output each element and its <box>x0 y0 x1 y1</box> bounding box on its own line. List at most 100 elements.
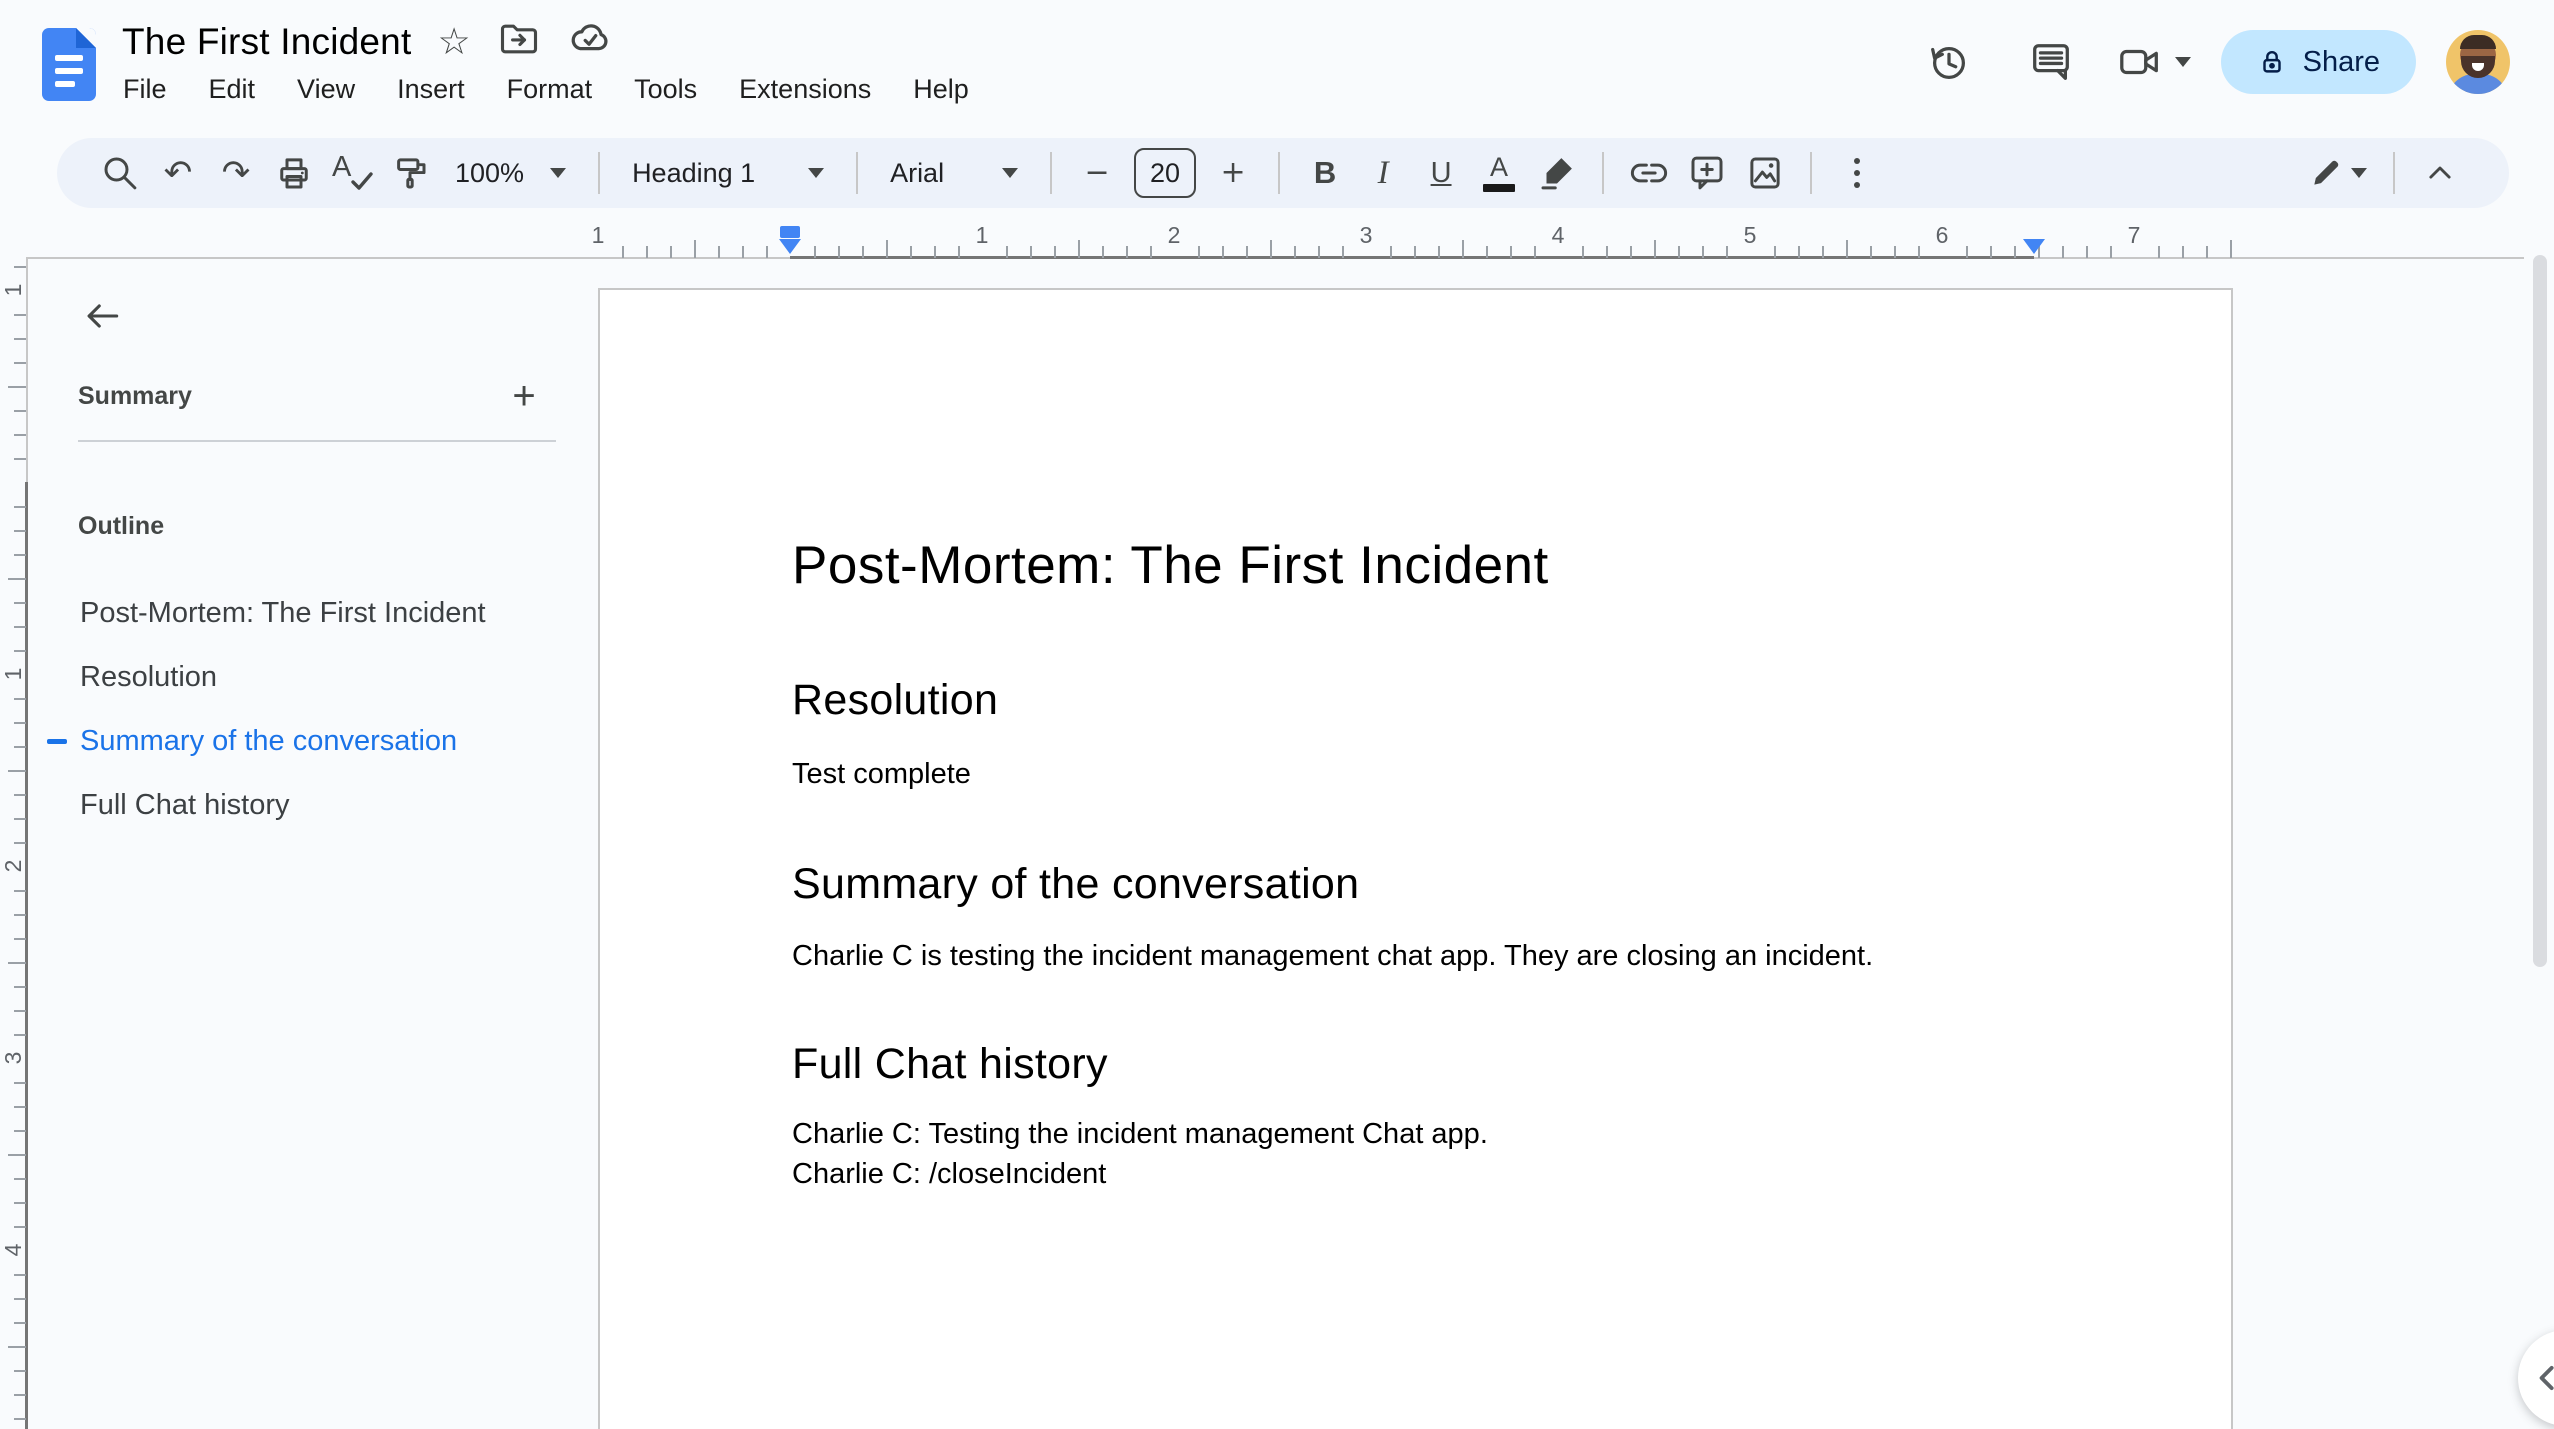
add-summary-button[interactable]: + <box>500 372 548 420</box>
outline-item[interactable]: Full Chat history <box>78 780 568 830</box>
outline-item[interactable]: Resolution <box>78 652 568 702</box>
chevron-down-icon[interactable] <box>2174 57 2191 67</box>
text-color-button[interactable]: A <box>1473 145 1525 201</box>
outline-item[interactable]: Summary of the conversation <box>47 716 568 766</box>
ruler-tick <box>862 246 864 258</box>
spellcheck-icon[interactable]: A <box>326 145 378 201</box>
cloud-saved-icon[interactable] <box>567 16 613 67</box>
menu-edit[interactable]: Edit <box>205 70 260 109</box>
font-family-select[interactable]: Arial <box>874 158 1034 189</box>
zoom-select[interactable]: 100% <box>439 158 582 189</box>
ruler-tick <box>718 246 720 258</box>
ruler-tick <box>1822 246 1824 258</box>
ruler-tick <box>14 842 26 844</box>
doc-paragraph-line: Charlie C: Testing the incident manageme… <box>792 1118 1488 1150</box>
comments-icon[interactable] <box>2015 26 2087 98</box>
document-title[interactable]: The First Incident <box>122 21 411 63</box>
first-line-indent-marker[interactable] <box>780 226 800 238</box>
paragraph-style-select[interactable]: Heading 1 <box>616 158 840 189</box>
ruler-tick <box>14 530 26 532</box>
menu-format[interactable]: Format <box>503 70 597 109</box>
show-side-panel-button[interactable] <box>2518 1330 2554 1426</box>
menu-insert[interactable]: Insert <box>393 70 469 109</box>
undo-icon[interactable]: ↶ <box>152 145 204 201</box>
ruler-number: 5 <box>1743 222 1757 248</box>
ruler-tick <box>14 434 26 436</box>
doc-heading[interactable]: Resolution <box>792 674 2042 726</box>
close-panel-back-button[interactable] <box>74 288 130 344</box>
ruler-tick <box>14 1010 26 1012</box>
doc-title-heading[interactable]: Post-Mortem: The First Incident <box>792 534 2042 598</box>
ruler-tick <box>14 722 26 724</box>
add-comment-icon[interactable] <box>1681 145 1733 201</box>
doc-paragraph[interactable]: Charlie C is testing the incident manage… <box>792 936 2042 976</box>
italic-button[interactable]: I <box>1357 145 1409 201</box>
doc-paragraph[interactable]: Charlie C: Testing the incident manageme… <box>792 1114 2042 1194</box>
bold-button[interactable]: B <box>1299 145 1351 201</box>
logo-line <box>55 68 83 74</box>
menu-extensions[interactable]: Extensions <box>735 70 875 109</box>
zoom-value: 100% <box>455 157 525 188</box>
ruler-tick <box>2110 246 2112 258</box>
editing-mode-select[interactable] <box>2306 145 2346 201</box>
ruler-tick <box>14 650 26 652</box>
join-call-button[interactable] <box>2117 26 2191 98</box>
menu-tools[interactable]: Tools <box>630 70 701 109</box>
decrease-font-size-button[interactable]: − <box>1071 145 1123 201</box>
ruler-tick <box>1414 246 1416 258</box>
menu-help[interactable]: Help <box>909 70 973 109</box>
ruler-tick <box>1030 246 1032 258</box>
account-avatar[interactable] <box>2446 30 2510 94</box>
ruler-tick <box>14 1130 26 1132</box>
outline-item[interactable]: Post-Mortem: The First Incident <box>78 588 568 638</box>
version-history-icon[interactable] <box>1913 26 1985 98</box>
doc-paragraph[interactable]: Test complete <box>792 754 2042 794</box>
ruler-tick <box>1126 246 1128 258</box>
move-folder-icon[interactable] <box>497 17 541 66</box>
ruler-tick <box>14 338 26 340</box>
star-icon[interactable]: ☆ <box>437 23 470 60</box>
ruler-tick <box>14 1202 26 1204</box>
more-options-icon[interactable] <box>1831 145 1883 201</box>
underline-button[interactable]: U <box>1415 145 1467 201</box>
share-button[interactable]: Share <box>2220 30 2416 94</box>
outline-label: Outline <box>78 512 165 540</box>
ruler-tick <box>1222 246 1224 258</box>
increase-font-size-button[interactable]: + <box>1207 145 1259 201</box>
ruler-margin-line <box>2034 257 2524 259</box>
font-size-input[interactable]: 20 <box>1134 148 1197 198</box>
ruler-tick <box>14 746 26 748</box>
ruler-tick <box>14 1226 26 1228</box>
left-indent-marker[interactable] <box>779 239 801 254</box>
right-indent-marker[interactable] <box>2023 239 2045 254</box>
redo-icon[interactable]: ↷ <box>210 145 262 201</box>
hide-menus-icon[interactable] <box>2414 145 2466 201</box>
ruler-tick <box>14 314 26 316</box>
menu-view[interactable]: View <box>293 70 359 109</box>
ruler-tick <box>1390 246 1392 258</box>
highlight-color-icon[interactable] <box>1531 145 1583 201</box>
search-menus-icon[interactable] <box>94 145 146 201</box>
ruler-tick <box>934 246 936 258</box>
ruler-tick <box>2062 246 2064 258</box>
ruler-tick <box>14 914 26 916</box>
ruler-tick <box>14 626 26 628</box>
menu-file[interactable]: File <box>119 70 171 109</box>
document-page[interactable]: Post-Mortem: The First Incident Resoluti… <box>598 288 2233 1429</box>
ruler-tick <box>14 1082 26 1084</box>
ruler-tick <box>1870 246 1872 258</box>
paint-format-icon[interactable] <box>384 145 436 201</box>
ruler-tick <box>1486 246 1488 258</box>
print-icon[interactable] <box>268 145 320 201</box>
ruler-tick <box>670 246 672 258</box>
chevron-left-icon <box>2539 1365 2554 1391</box>
doc-heading[interactable]: Summary of the conversation <box>792 858 2042 910</box>
docs-logo-icon[interactable] <box>42 28 96 101</box>
chevron-down-icon[interactable] <box>2351 168 2367 178</box>
doc-heading[interactable]: Full Chat history <box>792 1038 2042 1090</box>
insert-image-icon[interactable] <box>1739 145 1791 201</box>
ruler-tick <box>8 770 26 772</box>
vertical-scrollbar-thumb[interactable] <box>2533 255 2547 967</box>
insert-link-icon[interactable] <box>1623 145 1675 201</box>
document-content[interactable]: Post-Mortem: The First Incident Resoluti… <box>792 480 2042 1194</box>
